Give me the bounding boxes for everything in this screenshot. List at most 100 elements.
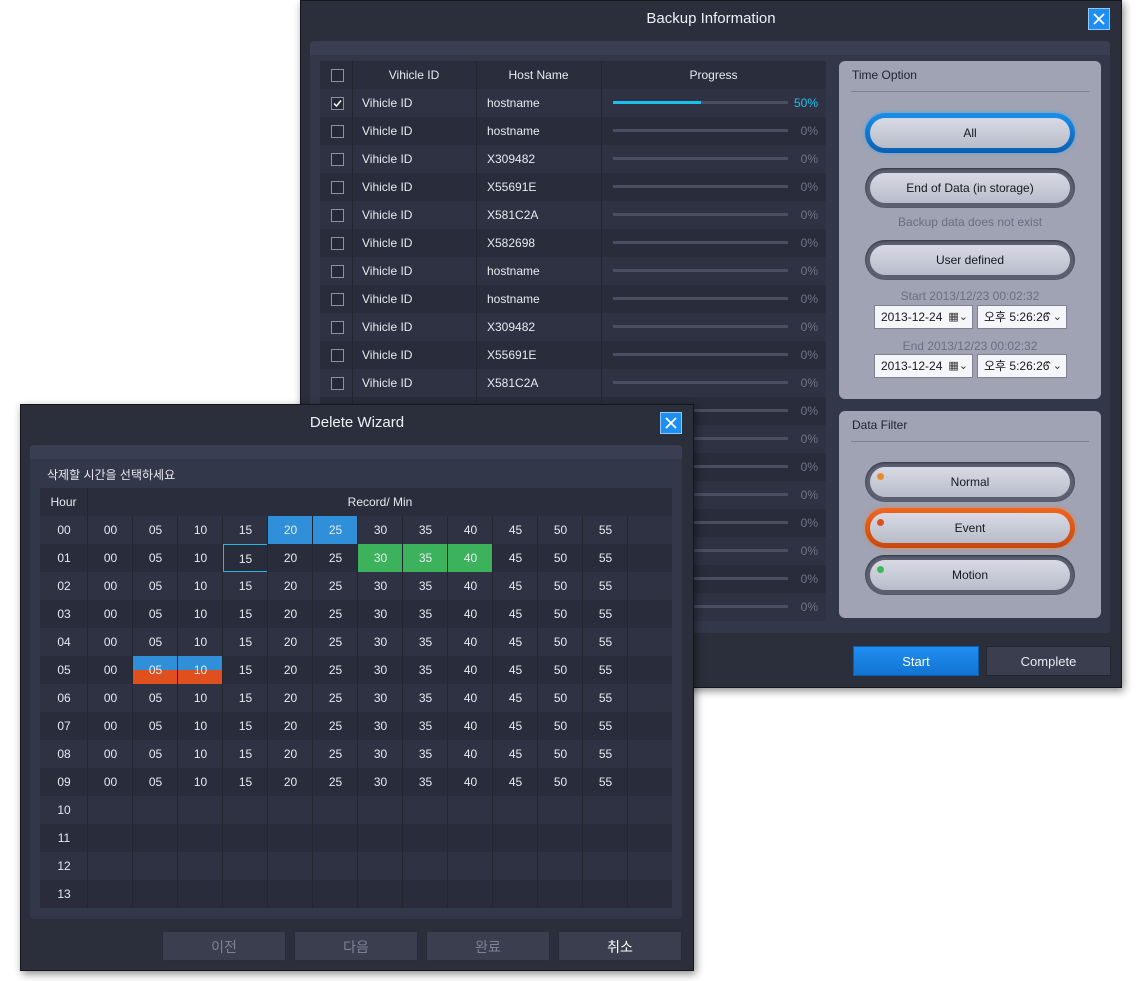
minute-cell[interactable] [358, 824, 403, 852]
minute-cell[interactable] [583, 880, 628, 908]
filter-normal-button[interactable]: Normal [865, 462, 1075, 502]
minute-cell[interactable]: 00 [88, 740, 133, 768]
minute-cell[interactable]: 25 [313, 516, 358, 544]
minute-cell[interactable] [493, 852, 538, 880]
minute-cell[interactable]: 15 [223, 684, 268, 712]
minute-cell[interactable] [493, 796, 538, 824]
minute-cell[interactable]: 40 [448, 572, 493, 600]
minute-cell[interactable] [403, 796, 448, 824]
minute-cell[interactable]: 25 [313, 712, 358, 740]
minute-cell[interactable] [178, 880, 223, 908]
minute-cell[interactable]: 10 [178, 628, 223, 656]
minute-cell[interactable]: 10 [178, 600, 223, 628]
minute-cell[interactable] [223, 880, 268, 908]
minute-cell[interactable]: 35 [403, 600, 448, 628]
minute-cell[interactable]: 50 [538, 628, 583, 656]
minute-cell[interactable]: 10 [178, 516, 223, 544]
minute-cell[interactable]: 00 [88, 544, 133, 572]
minute-cell[interactable]: 25 [313, 656, 358, 684]
minute-cell[interactable]: 00 [88, 656, 133, 684]
minute-cell[interactable]: 20 [268, 740, 313, 768]
minute-cell[interactable]: 35 [403, 712, 448, 740]
minute-cell[interactable]: 25 [313, 600, 358, 628]
minute-cell[interactable] [493, 880, 538, 908]
minute-cell[interactable]: 45 [493, 712, 538, 740]
finish-button[interactable]: 완료 [426, 931, 550, 961]
minute-cell[interactable]: 25 [313, 740, 358, 768]
minute-cell[interactable]: 35 [403, 516, 448, 544]
minute-cell[interactable] [538, 880, 583, 908]
minute-cell[interactable]: 00 [88, 628, 133, 656]
minute-cell[interactable]: 35 [403, 628, 448, 656]
minute-cell[interactable] [313, 880, 358, 908]
minute-cell[interactable]: 30 [358, 544, 403, 572]
minute-cell[interactable]: 00 [88, 684, 133, 712]
minute-cell[interactable] [268, 852, 313, 880]
minute-cell[interactable] [178, 852, 223, 880]
minute-cell[interactable]: 05 [133, 600, 178, 628]
minute-cell[interactable]: 25 [313, 628, 358, 656]
end-of-data-button[interactable]: End of Data (in storage) [865, 168, 1075, 208]
row-checkbox[interactable] [331, 293, 344, 306]
minute-cell[interactable]: 30 [358, 740, 403, 768]
minute-cell[interactable]: 00 [88, 572, 133, 600]
minute-cell[interactable]: 30 [358, 768, 403, 796]
row-checkbox[interactable] [331, 349, 344, 362]
minute-cell[interactable]: 30 [358, 656, 403, 684]
table-row[interactable]: Vihicle ID hostname 0% [320, 257, 826, 285]
minute-cell[interactable] [268, 796, 313, 824]
minute-cell[interactable]: 45 [493, 600, 538, 628]
minute-cell[interactable] [223, 796, 268, 824]
minute-cell[interactable] [313, 852, 358, 880]
minute-cell[interactable] [268, 880, 313, 908]
minute-cell[interactable]: 50 [538, 740, 583, 768]
minute-cell[interactable]: 35 [403, 684, 448, 712]
minute-cell[interactable] [223, 852, 268, 880]
minute-cell[interactable]: 55 [583, 516, 628, 544]
minute-cell[interactable] [133, 880, 178, 908]
minute-cell[interactable] [178, 796, 223, 824]
minute-cell[interactable]: 10 [178, 544, 223, 572]
minute-cell[interactable]: 05 [133, 656, 178, 684]
minute-cell[interactable] [538, 824, 583, 852]
minute-cell[interactable] [448, 852, 493, 880]
table-row[interactable]: Vihicle ID X55691E 0% [320, 341, 826, 369]
complete-button[interactable]: Complete [986, 646, 1111, 676]
time-option-all-button[interactable]: All [865, 113, 1075, 153]
minute-cell[interactable]: 50 [538, 516, 583, 544]
minute-cell[interactable] [223, 824, 268, 852]
minute-cell[interactable]: 15 [223, 572, 268, 600]
minute-cell[interactable]: 30 [358, 600, 403, 628]
minute-cell[interactable]: 55 [583, 628, 628, 656]
minute-cell[interactable]: 15 [223, 600, 268, 628]
minute-cell[interactable] [448, 796, 493, 824]
minute-cell[interactable]: 30 [358, 572, 403, 600]
minute-cell[interactable] [583, 824, 628, 852]
minute-cell[interactable]: 35 [403, 768, 448, 796]
minute-cell[interactable]: 05 [133, 516, 178, 544]
minute-cell[interactable] [358, 852, 403, 880]
minute-cell[interactable]: 55 [583, 712, 628, 740]
minute-cell[interactable] [583, 852, 628, 880]
minute-cell[interactable]: 20 [268, 656, 313, 684]
minute-cell[interactable]: 05 [133, 768, 178, 796]
minute-cell[interactable] [358, 796, 403, 824]
minute-cell[interactable]: 05 [133, 740, 178, 768]
minute-cell[interactable]: 05 [133, 712, 178, 740]
minute-cell[interactable]: 40 [448, 600, 493, 628]
table-row[interactable]: Vihicle ID X55691E 0% [320, 173, 826, 201]
backup-close-button[interactable] [1088, 8, 1110, 30]
minute-cell[interactable] [448, 880, 493, 908]
minute-cell[interactable]: 25 [313, 684, 358, 712]
minute-cell[interactable]: 45 [493, 768, 538, 796]
minute-cell[interactable]: 40 [448, 684, 493, 712]
minute-cell[interactable]: 10 [178, 768, 223, 796]
minute-cell[interactable]: 55 [583, 684, 628, 712]
minute-cell[interactable]: 55 [583, 600, 628, 628]
minute-cell[interactable]: 00 [88, 712, 133, 740]
minute-cell[interactable]: 00 [88, 600, 133, 628]
user-defined-button[interactable]: User defined [865, 240, 1075, 280]
prev-button[interactable]: 이전 [162, 931, 286, 961]
minute-cell[interactable]: 20 [268, 516, 313, 544]
minute-cell[interactable]: 50 [538, 600, 583, 628]
